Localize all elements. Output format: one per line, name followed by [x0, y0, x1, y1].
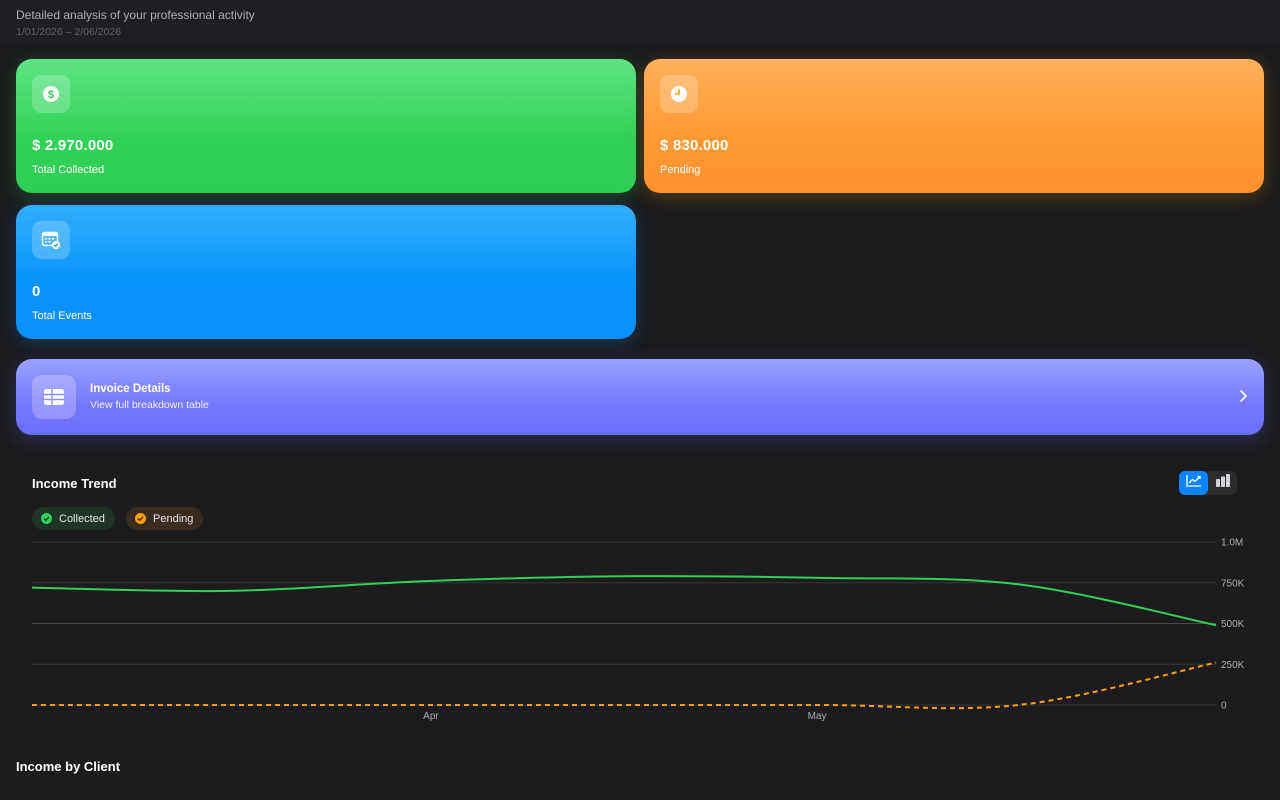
income-trend-title: Income Trend [32, 476, 117, 491]
table-icon [32, 375, 76, 419]
y-tick-label: 750K [1221, 578, 1245, 589]
pending-card[interactable]: $ 830.000 Pending [644, 59, 1264, 193]
x-tick-label: May [808, 711, 827, 722]
invoice-details-title: Invoice Details [90, 383, 171, 395]
invoice-details-button[interactable]: Invoice Details View full breakdown tabl… [16, 359, 1264, 435]
x-tick-label: Apr [423, 711, 439, 722]
dollar-icon: $ [32, 75, 70, 113]
legend-pending-label: Pending [153, 512, 194, 525]
line-chart-view-button[interactable] [1179, 471, 1208, 495]
bar-chart-view-button[interactable] [1208, 471, 1237, 495]
date-range: 1/01/2026 – 2/06/2026 [16, 26, 122, 38]
chart-view-toggle [1179, 471, 1237, 495]
page-subtitle: Detailed analysis of your professional a… [16, 8, 255, 22]
svg-text:$: $ [48, 89, 54, 101]
check-icon [135, 513, 146, 524]
total-collected-value: $ 2.970.000 [32, 137, 114, 154]
total-events-label: Total Events [32, 310, 92, 322]
clock-icon [660, 75, 698, 113]
pending-label: Pending [660, 164, 701, 176]
series-line-pending [32, 661, 1217, 710]
invoice-details-subtitle: View full breakdown table [90, 399, 209, 411]
check-icon [41, 513, 52, 524]
total-events-card[interactable]: 0 Total Events [16, 205, 636, 339]
chevron-right-icon [1238, 388, 1248, 409]
bar-chart-icon [1215, 474, 1231, 492]
line-chart-icon [1185, 474, 1202, 492]
header-bar: Detailed analysis of your professional a… [0, 0, 1280, 44]
calendar-icon [32, 221, 70, 259]
y-tick-label: 250K [1221, 660, 1245, 671]
legend-collected[interactable]: Collected [32, 507, 115, 530]
total-collected-card[interactable]: $ $ 2.970.000 Total Collected [16, 59, 636, 193]
income-by-client-title: Income by Client [16, 759, 121, 774]
pending-value: $ 830.000 [660, 137, 729, 154]
series-line-collected [31, 575, 1217, 627]
y-tick-label: 500K [1221, 619, 1245, 630]
y-tick-label: 1.0M [1221, 538, 1243, 549]
total-events-value: 0 [32, 283, 41, 300]
income-trend-chart: 0 250K 500K 750K 1.0M Apr May [31, 538, 1245, 722]
legend-pending[interactable]: Pending [126, 507, 204, 530]
total-collected-label: Total Collected [32, 164, 105, 176]
y-tick-label: 0 [1221, 701, 1227, 712]
legend-collected-label: Collected [59, 512, 105, 525]
